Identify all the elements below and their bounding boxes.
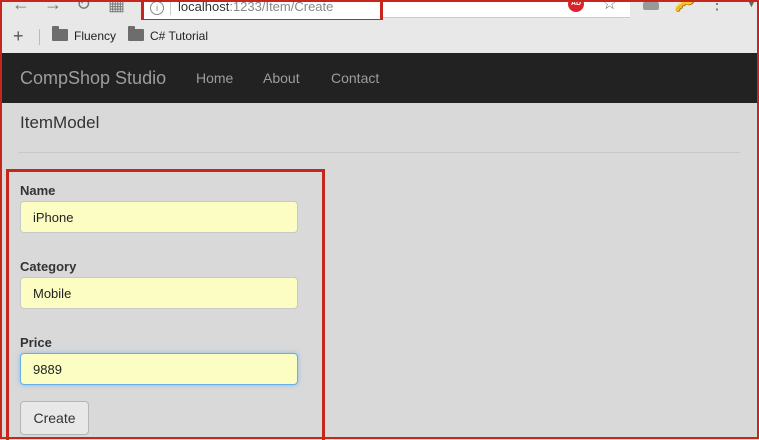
cast-icon[interactable]	[643, 2, 659, 10]
url-host: localhost	[178, 0, 230, 14]
brand-link[interactable]: CompShop Studio	[20, 68, 166, 89]
site-navbar: CompShop Studio Home About Contact	[2, 53, 757, 103]
add-bookmark-icon[interactable]: +	[13, 26, 24, 47]
extension-icon[interactable]: ▼	[744, 0, 759, 11]
bookmark-fluency[interactable]: Fluency	[52, 26, 117, 43]
bookmark-csharp-tutorial[interactable]: C# Tutorial	[128, 26, 209, 43]
nav-home-link[interactable]: Home	[196, 70, 233, 86]
back-icon[interactable]: ←	[12, 0, 30, 15]
address-bar[interactable]: i localhost:1233/Item/Create	[141, 0, 383, 20]
bookmarks-bar: + Fluency C# Tutorial	[0, 20, 759, 54]
address-bar-background	[382, 0, 630, 18]
nav-about-link[interactable]: About	[263, 70, 300, 86]
forward-icon[interactable]: →	[44, 0, 62, 15]
bookmark-label: Fluency	[74, 29, 117, 43]
folder-icon	[128, 26, 144, 41]
url-text: localhost:1233/Item/Create	[178, 0, 333, 14]
divider	[18, 152, 740, 153]
nav-contact-link[interactable]: Contact	[331, 70, 379, 86]
page-heading: ItemModel	[20, 113, 100, 132]
form-highlight-frame	[6, 169, 325, 440]
apps-grid-icon[interactable]: ▦	[108, 0, 125, 15]
bookmarks-divider	[39, 29, 40, 45]
url-path: :1233/Item/Create	[229, 0, 334, 14]
bookmark-star-icon[interactable]: ☆	[602, 0, 617, 14]
browser-toolbar: ← → ↻ ▦ i localhost:1233/Item/Create AD …	[0, 0, 759, 20]
site-info-icon[interactable]: i	[150, 1, 164, 15]
key-icon[interactable]: 🔑	[674, 0, 696, 13]
address-divider	[170, 1, 171, 15]
menu-icon[interactable]: ⋮	[709, 0, 725, 14]
reload-icon[interactable]: ↻	[76, 0, 91, 15]
folder-icon	[52, 26, 68, 41]
bookmark-label: C# Tutorial	[150, 29, 209, 43]
